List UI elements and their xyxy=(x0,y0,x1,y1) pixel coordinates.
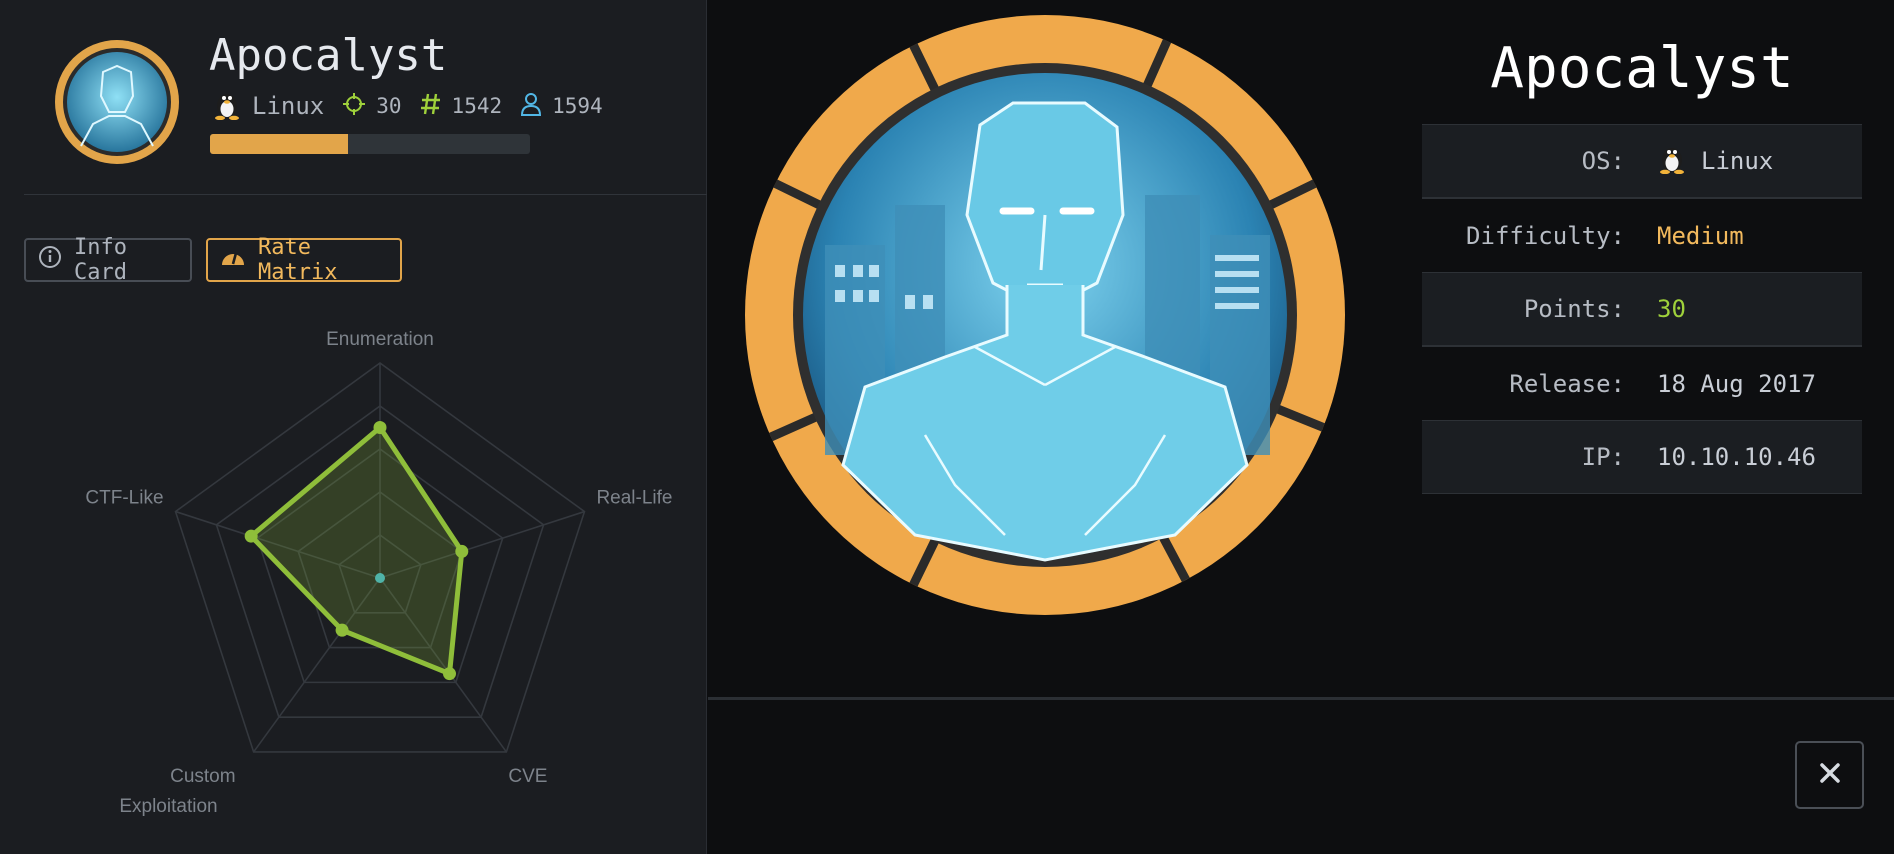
info-icon xyxy=(38,245,74,275)
info-value-os: Linux xyxy=(1657,142,1773,180)
tab-info-card-label: Info Card xyxy=(74,235,127,285)
info-label: IP: xyxy=(1581,443,1625,471)
tab-rate-matrix[interactable]: Rate Matrix xyxy=(206,235,402,285)
close-button[interactable] xyxy=(1795,741,1864,809)
box-title: Apocalyst xyxy=(209,30,448,81)
tab-info-card[interactable]: Info Card xyxy=(24,235,192,285)
crosshair-icon xyxy=(342,92,376,121)
info-row-os: OS: Linux xyxy=(1422,124,1862,198)
box-avatar-small xyxy=(53,38,181,170)
linux-penguin-icon xyxy=(212,88,252,125)
hash-icon xyxy=(420,92,452,121)
linux-penguin-icon xyxy=(1657,142,1701,180)
release-value: 18 Aug 2017 xyxy=(1657,369,1816,398)
points-value: 30 xyxy=(1657,295,1686,323)
radar-data-point xyxy=(373,421,387,434)
difficulty-value: Medium xyxy=(1657,221,1744,250)
radar-axis-label: Custom Exploitation xyxy=(119,766,235,817)
progress-fill xyxy=(210,134,348,154)
radar-data-point xyxy=(335,623,349,637)
radar-data-point xyxy=(455,544,469,558)
points-value: 30 xyxy=(376,94,402,118)
info-label: Release: xyxy=(1509,369,1625,398)
info-row-points: Points: 30 xyxy=(1422,272,1862,346)
radar-axis-label: Real-Life xyxy=(596,488,672,509)
box-avatar-large xyxy=(745,15,1345,619)
system-owns-value: 1594 xyxy=(552,94,603,118)
divider xyxy=(708,697,1894,700)
info-row-ip: IP: 10.10.10.46 xyxy=(1422,420,1862,494)
info-row-release: Release: 18 Aug 2017 xyxy=(1422,346,1862,420)
user-owns-stat: 1542 xyxy=(420,92,503,121)
info-label: Difficulty: xyxy=(1466,221,1625,250)
tab-rate-matrix-label: Rate Matrix xyxy=(258,235,338,285)
rate-matrix-radar-chart: Enumeration Real-Life CVE Custom Exploitatio… xyxy=(40,310,700,850)
points-stat: 30 xyxy=(342,92,402,121)
os-value: Linux xyxy=(1701,147,1774,175)
user-icon xyxy=(520,92,552,121)
radar-data-point xyxy=(244,529,258,543)
radar-axis-label: Enumeration xyxy=(326,329,434,350)
info-label: OS: xyxy=(1581,147,1625,175)
system-owns-stat: 1594 xyxy=(520,92,603,121)
radar-data-polygon xyxy=(248,425,465,677)
close-icon xyxy=(1819,762,1841,788)
radar-data-point xyxy=(443,667,457,681)
info-card-table: OS: Linux Difficulty: Medium Points: 30 … xyxy=(1422,124,1862,494)
info-label: Points: xyxy=(1523,295,1625,323)
box-summary-panel: Apocalyst Linux 30 1542 1594 Info Card R… xyxy=(0,0,707,854)
divider xyxy=(24,194,707,195)
box-stats-row: Linux 30 1542 1594 xyxy=(212,90,621,122)
radar-center-dot xyxy=(375,573,385,583)
gauge-icon xyxy=(220,245,258,275)
user-owns-value: 1542 xyxy=(451,94,503,118)
ip-value: 10.10.10.46 xyxy=(1657,443,1816,471)
info-card-title: Apocalyst xyxy=(1490,36,1794,101)
radar-axis-label: CTF-Like xyxy=(85,488,163,509)
info-row-difficulty: Difficulty: Medium xyxy=(1422,198,1862,272)
difficulty-progress-bar xyxy=(210,134,530,154)
os-stat: Linux xyxy=(212,88,324,125)
os-label: Linux xyxy=(252,92,325,120)
radar-axis-label: CVE xyxy=(508,766,547,787)
